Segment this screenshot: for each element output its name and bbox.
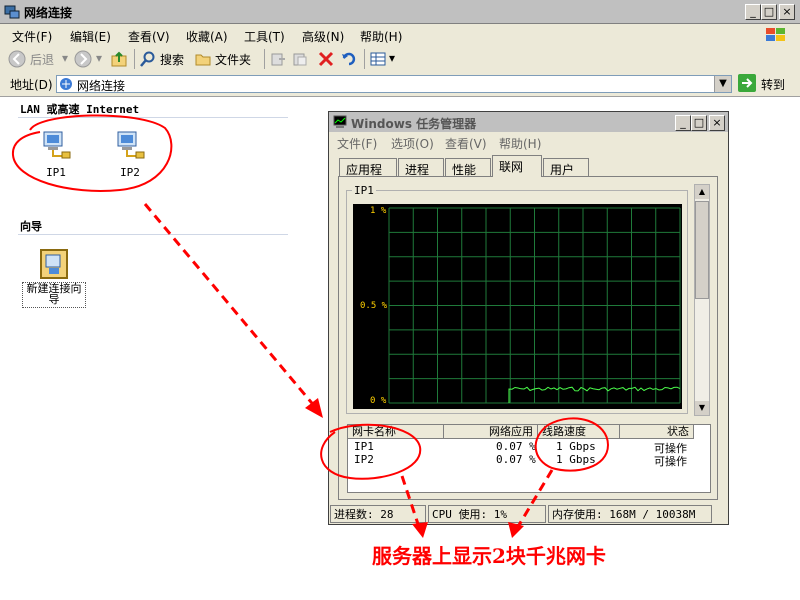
tab-applications[interactable]: 应用程序 <box>339 158 397 194</box>
move-to-icon[interactable] <box>270 51 286 67</box>
connection-label: IP2 <box>120 166 140 179</box>
menu-help[interactable]: 帮助(H) <box>360 28 402 45</box>
network-connections-icon <box>60 78 72 90</box>
folders-button[interactable]: 文件夹 <box>215 51 251 68</box>
task-manager-statusbar: 进程数: 28 CPU 使用: 1% 内存使用: 168M / 10038M <box>330 505 728 523</box>
tm-menu-help[interactable]: 帮助(H) <box>499 135 541 152</box>
graph-title: IP1 <box>352 184 376 197</box>
menu-file[interactable]: 文件(F) <box>12 28 52 45</box>
address-dropdown-icon[interactable]: ▼ <box>714 76 731 92</box>
adapter-table[interactable]: 网卡名称 网络应用 线路速度 状态 IP1 0.07 % 1 Gbps 可操作 … <box>347 424 711 493</box>
lan-connection-icon <box>117 131 145 159</box>
window-title: 网络连接 <box>24 6 73 20</box>
windows-logo-icon <box>766 28 785 41</box>
graph-ytick-max: 1 % <box>370 206 387 216</box>
minimize-button[interactable]: _ <box>745 4 761 20</box>
maximize-button[interactable]: □ <box>761 4 777 20</box>
delete-icon[interactable] <box>318 51 334 67</box>
row-name: IP2 <box>354 453 374 466</box>
tm-minimize-button[interactable]: _ <box>675 115 691 131</box>
menu-tools[interactable]: 工具(T) <box>244 28 285 45</box>
menu-advanced[interactable]: 高级(N) <box>302 28 344 45</box>
network-connections-icon <box>4 5 20 19</box>
scroll-thumb[interactable] <box>695 201 709 299</box>
wizard-label: 新建连接向导 <box>22 282 86 308</box>
back-icon[interactable] <box>8 50 26 68</box>
graph-scrollbar[interactable]: ▲ ▼ <box>694 184 710 416</box>
status-memory: 内存使用: 168M / 10038M <box>548 505 712 523</box>
up-folder-icon[interactable] <box>110 50 128 68</box>
window-titlebar: 网络连接 _ □ × <box>0 0 800 24</box>
wizard-icon <box>40 249 68 279</box>
forward-icon[interactable] <box>74 50 92 68</box>
row-usage: 0.07 % <box>496 440 536 453</box>
forward-dropdown-icon[interactable]: ▾ <box>96 51 102 65</box>
menu-edit[interactable]: 编辑(E) <box>70 28 111 45</box>
address-value: 网络连接 <box>77 79 126 93</box>
go-icon[interactable] <box>738 74 756 92</box>
new-connection-wizard[interactable]: 新建连接向导 <box>22 248 86 310</box>
status-processes: 进程数: 28 <box>330 505 426 523</box>
back-dropdown-icon[interactable]: ▾ <box>62 51 68 65</box>
connection-ip1[interactable]: IP1 <box>34 130 78 180</box>
table-row[interactable]: IP2 0.07 % 1 Gbps 可操作 <box>348 453 710 468</box>
tab-processes[interactable]: 进程 <box>398 158 444 178</box>
scroll-down-icon[interactable]: ▼ <box>695 401 709 415</box>
toolbar: 后退 ▾ ▾ 搜索 文件夹 ▾ <box>0 46 800 73</box>
tm-menu-view[interactable]: 查看(V) <box>445 135 487 152</box>
lan-connection-icon <box>43 131 71 159</box>
address-label: 地址(D) <box>10 78 53 92</box>
folders-icon[interactable] <box>195 51 211 67</box>
row-state: 可操作 <box>654 455 687 468</box>
col-state[interactable]: 状态 <box>620 425 694 439</box>
col-network-utilization[interactable]: 网络应用 <box>444 425 538 439</box>
search-icon[interactable] <box>140 51 156 67</box>
scroll-up-icon[interactable]: ▲ <box>695 185 709 199</box>
menu-favorites[interactable]: 收藏(A) <box>186 28 228 45</box>
row-usage: 0.07 % <box>496 453 536 466</box>
menu-view[interactable]: 查看(V) <box>128 28 170 45</box>
row-speed: 1 Gbps <box>556 440 596 453</box>
network-graph <box>353 204 682 409</box>
annotation-caption: 服务器上显示2块千兆网卡 <box>372 544 606 568</box>
table-row[interactable]: IP1 0.07 % 1 Gbps 可操作 <box>348 440 710 455</box>
copy-to-icon[interactable] <box>292 51 308 67</box>
col-adapter-name[interactable]: 网卡名称 <box>348 425 444 439</box>
menubar: 文件(F) 编辑(E) 查看(V) 收藏(A) 工具(T) 高级(N) 帮助(H… <box>0 24 800 47</box>
views-dropdown-icon[interactable]: ▾ <box>389 51 395 65</box>
tm-menu-file[interactable]: 文件(F) <box>337 135 377 152</box>
task-manager-icon <box>333 115 347 128</box>
close-button[interactable]: × <box>779 4 795 20</box>
connection-label: IP1 <box>46 166 66 179</box>
views-icon[interactable] <box>370 51 388 67</box>
task-manager-titlebar: Windows 任务管理器 _ □ × <box>329 112 728 132</box>
tm-menu-options[interactable]: 选项(O) <box>391 135 434 152</box>
tab-users[interactable]: 用户 <box>543 158 589 178</box>
tab-networking[interactable]: 联网 <box>492 155 542 177</box>
go-button[interactable]: 转到 <box>761 76 785 93</box>
arrowhead-icon <box>305 398 323 418</box>
tm-close-button[interactable]: × <box>709 115 725 131</box>
task-manager-title: Windows 任务管理器 <box>351 117 477 131</box>
section-heading-wizard: 向导 <box>20 220 42 233</box>
col-link-speed[interactable]: 线路速度 <box>538 425 620 439</box>
row-speed: 1 Gbps <box>556 453 596 466</box>
search-button[interactable]: 搜索 <box>160 51 184 68</box>
address-input[interactable]: 网络连接 ▼ <box>56 75 732 93</box>
section-heading-lan: LAN 或高速 Internet <box>20 103 140 116</box>
back-button[interactable]: 后退 <box>30 51 54 68</box>
graph-ytick-min: 0 % <box>370 396 387 406</box>
connection-ip2[interactable]: IP2 <box>108 130 152 180</box>
graph-ytick-mid: 0.5 % <box>360 301 388 311</box>
status-cpu: CPU 使用: 1% <box>428 505 546 523</box>
task-manager-menubar: 文件(F) 选项(O) 查看(V) 帮助(H) <box>329 132 728 152</box>
tm-maximize-button[interactable]: □ <box>691 115 707 131</box>
row-name: IP1 <box>354 440 374 453</box>
undo-icon[interactable] <box>341 51 357 67</box>
tab-performance[interactable]: 性能 <box>445 158 491 178</box>
